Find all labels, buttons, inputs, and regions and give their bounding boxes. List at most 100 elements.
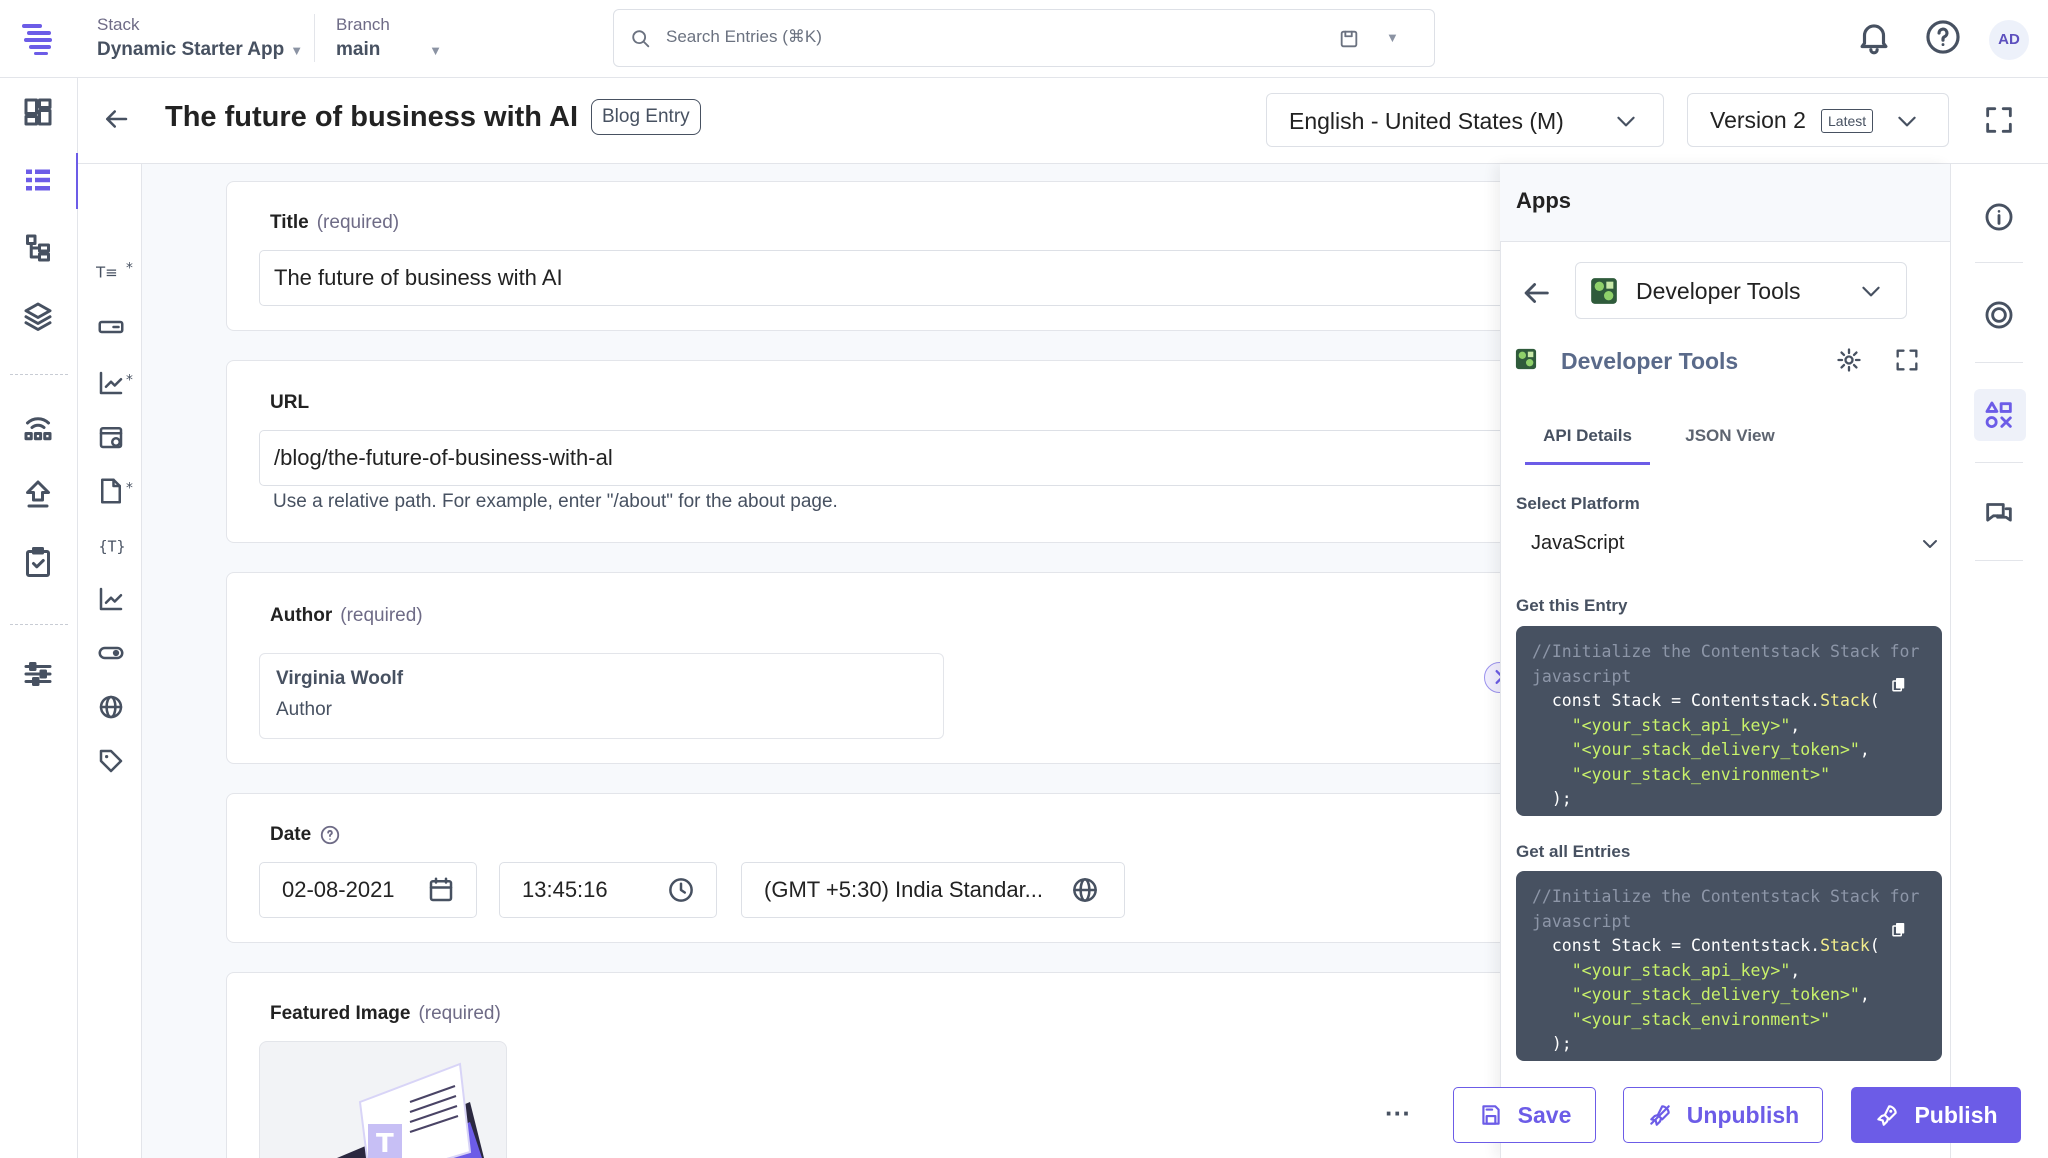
dashboard-icon[interactable] [20,94,56,130]
page-title: The future of business with AI [165,101,578,133]
developer-tools-app-icon [1515,348,1537,370]
app-selected-name: Developer Tools [1636,278,1801,304]
globe-icon [1070,875,1100,905]
settings-sliders-icon[interactable] [20,656,56,692]
fullscreen-icon[interactable] [1982,103,2016,137]
help-icon[interactable] [1924,18,1962,56]
content-models-icon[interactable] [20,230,56,266]
time-picker[interactable]: 13:45:16 [499,862,717,918]
content-type-badge: Blog Entry [591,99,701,135]
locale-dropdown[interactable]: English - United States (M) [1266,93,1664,147]
back-arrow-icon[interactable] [1519,276,1553,310]
tags-icon[interactable] [96,746,126,776]
link-field-icon[interactable] [96,312,126,342]
clock-icon [666,875,696,905]
field-icon-column: T≡ * * * {T} [78,164,142,1158]
discussions-icon[interactable] [1982,496,2016,530]
publish-button[interactable]: Publish [1851,1087,2021,1143]
text-field-icon[interactable]: T≡ * [96,256,133,286]
svg-text:T≡: T≡ [96,263,118,281]
unpublish-button[interactable]: Unpublish [1623,1087,1823,1143]
unpublish-rocket-icon [1647,1102,1673,1128]
publish-queue-icon[interactable] [20,476,56,512]
entries-icon[interactable] [20,162,56,198]
version-dropdown[interactable]: Version 2 Latest [1687,93,1949,147]
app-selector-dropdown[interactable]: Developer Tools [1575,262,1907,319]
get-entry-code-block[interactable]: //Initialize the Contentstack Stack for … [1516,626,1942,816]
info-icon[interactable] [1982,200,2016,234]
apps-icon[interactable] [1982,398,2016,432]
timezone-value: (GMT +5:30) India Standar... [764,877,1044,902]
expand-icon[interactable] [1893,346,1921,374]
url-help-text: Use a relative path. For example, enter … [273,491,838,512]
platform-value: JavaScript [1531,532,1625,554]
url-input[interactable]: /blog/the-future-of-business-with-al [259,430,1527,486]
saved-search-icon[interactable] [1338,28,1360,50]
author-name: Virginia Woolf [276,668,404,689]
left-nav [0,78,79,1158]
featured-image-thumbnail[interactable]: T [259,1041,507,1158]
date-field-icon[interactable] [96,422,126,452]
assets-layers-icon[interactable] [20,298,56,334]
chevron-down-icon [1613,108,1639,134]
platform-select[interactable]: JavaScript [1516,524,1942,564]
publish-label: Publish [1914,1101,1998,1128]
unpublish-label: Unpublish [1686,1101,1800,1128]
launch-icon[interactable] [20,408,56,444]
get-all-entries-code-block[interactable]: //Initialize the Contentstack Stack for … [1516,871,1942,1061]
branch-name: main [336,39,381,60]
contentstack-logo-icon[interactable] [18,18,58,58]
back-arrow-icon[interactable] [101,104,131,134]
search-bar[interactable]: ▼ [613,9,1435,67]
tasks-clipboard-icon[interactable] [20,544,56,580]
stack-switcher[interactable]: Stack Dynamic Starter App ▼ [97,15,303,61]
caret-down-icon: ▼ [290,42,304,58]
visual-builder-icon[interactable] [1982,298,2016,332]
search-input[interactable] [666,27,1306,47]
author-reference-card[interactable]: Virginia Woolf Author [259,653,944,739]
svg-text:{T}: {T} [99,537,126,555]
get-all-entries-label: Get all Entries [1516,842,1631,861]
required-hint: (required) [316,212,400,233]
number-field-icon[interactable] [96,584,126,614]
branch-switcher[interactable]: Branch main ▼ [336,15,442,61]
reference-field-icon[interactable]: * [96,368,133,398]
stack-name: Dynamic Starter App [97,39,285,60]
date-value: 02-08-2021 [282,877,395,902]
file-field-icon[interactable]: * [96,476,133,506]
avatar[interactable]: AD [1989,20,2029,60]
notifications-bell-icon[interactable] [1855,18,1893,56]
save-icon [1478,1102,1504,1128]
save-label: Save [1517,1101,1572,1128]
select-platform-label: Select Platform [1516,494,1640,513]
developer-tools-app-icon [1590,277,1618,305]
json-field-icon[interactable]: {T} [96,530,126,560]
apps-panel-header: Apps [1500,164,1950,242]
locale-value: English - United States (M) [1289,108,1564,134]
branch-label: Branch [336,15,390,34]
copy-icon[interactable] [1890,920,1908,938]
version-value: Version 2 [1710,107,1806,133]
copy-icon[interactable] [1890,675,1908,693]
tab-api-details[interactable]: API Details [1525,424,1650,465]
gear-icon[interactable] [1835,346,1863,374]
time-value: 13:45:16 [522,877,608,902]
title-input[interactable]: The future of business with AI [259,250,1527,306]
url-label: URL [270,392,310,413]
global-field-icon[interactable] [96,692,126,722]
timezone-picker[interactable]: (GMT +5:30) India Standar... [741,862,1125,918]
caret-down-icon[interactable]: ▼ [1386,30,1399,45]
code-comment: //Initialize the Contentstack Stack for … [1532,887,1920,931]
code-comment: //Initialize the Contentstack Stack for … [1532,642,1920,686]
featured-image-label: Featured Image [270,1003,411,1024]
date-picker[interactable]: 02-08-2021 [259,862,477,918]
tab-json-view[interactable]: JSON View [1665,424,1795,465]
save-button[interactable]: Save [1453,1087,1596,1143]
boolean-toggle-icon[interactable] [96,638,126,668]
get-entry-label: Get this Entry [1516,596,1628,615]
more-options-button[interactable]: ··· [1378,1098,1418,1128]
svg-text:*: * [126,372,133,388]
info-help-icon[interactable] [319,824,341,846]
required-hint: (required) [418,1003,501,1024]
apps-title: Apps [1516,188,1571,213]
